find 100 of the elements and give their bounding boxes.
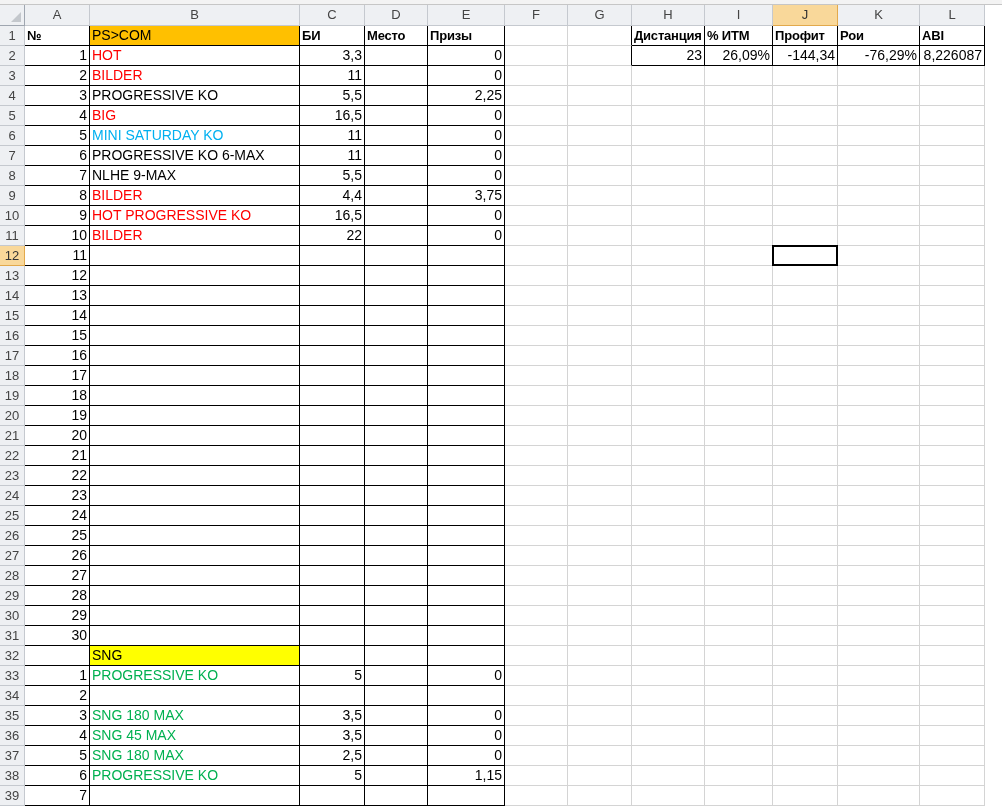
table-cell [568,526,632,546]
row-header[interactable]: 36 [0,726,25,746]
row-header[interactable]: 13 [0,266,25,286]
row-header[interactable]: 12 [0,246,25,266]
column-header[interactable]: B [90,5,300,26]
table-cell: SNG 45 MAX [90,726,300,746]
row-header[interactable]: 38 [0,766,25,786]
table-cell: 21 [25,446,90,466]
table-cell: PROGRESSIVE KO [90,666,300,686]
column-header[interactable]: F [505,5,568,26]
table-cell [773,286,838,306]
table-cell [773,766,838,786]
table-cell [505,26,568,46]
table-cell [300,326,365,346]
table-cell [568,586,632,606]
row-header[interactable]: 31 [0,626,25,646]
row-header[interactable]: 10 [0,206,25,226]
row-header[interactable]: 25 [0,506,25,526]
row-header[interactable]: 34 [0,686,25,706]
row-header[interactable]: 23 [0,466,25,486]
table-cell [920,166,985,186]
row-header[interactable]: 33 [0,666,25,686]
table-cell [365,626,428,646]
table-cell [505,106,568,126]
row-header[interactable]: 15 [0,306,25,326]
table-cell [365,206,428,226]
table-cell [365,666,428,686]
triangle-icon [11,12,21,22]
table-cell [568,86,632,106]
row-header[interactable]: 35 [0,706,25,726]
row-header[interactable]: 24 [0,486,25,506]
table-cell [773,406,838,426]
table-cell [505,526,568,546]
table-cell: 6 [25,146,90,166]
table-cell [365,686,428,706]
row-header[interactable]: 20 [0,406,25,426]
row-header[interactable]: 30 [0,606,25,626]
row-header[interactable]: 37 [0,746,25,766]
table-cell [773,646,838,666]
row-header[interactable]: 22 [0,446,25,466]
table-cell: 5 [300,766,365,786]
row-header[interactable]: 27 [0,546,25,566]
row-header[interactable]: 7 [0,146,25,166]
table-cell [568,46,632,66]
column-header[interactable]: L [920,5,985,26]
table-cell [505,766,568,786]
table-cell [705,426,773,446]
row-header[interactable]: 3 [0,66,25,86]
table-cell [505,626,568,646]
column-header[interactable]: G [568,5,632,26]
table-cell: 13 [25,286,90,306]
table-cell [568,186,632,206]
column-header[interactable]: E [428,5,505,26]
row-header[interactable]: 16 [0,326,25,346]
column-header[interactable]: D [365,5,428,26]
table-cell [568,26,632,46]
table-cell [505,146,568,166]
row-header[interactable]: 29 [0,586,25,606]
column-header[interactable]: C [300,5,365,26]
row-header[interactable]: 6 [0,126,25,146]
table-cell [920,106,985,126]
table-cell: 3,75 [428,186,505,206]
row-header[interactable]: 9 [0,186,25,206]
table-cell [568,666,632,686]
row-header[interactable]: 21 [0,426,25,446]
row-header[interactable]: 17 [0,346,25,366]
row-header[interactable]: 2 [0,46,25,66]
column-header[interactable]: K [838,5,920,26]
table-cell [365,706,428,726]
table-cell [920,286,985,306]
table-cell [568,566,632,586]
column-header[interactable]: J [773,5,838,26]
table-cell: -144,34 [773,46,838,66]
table-cell [505,746,568,766]
row-header[interactable]: 19 [0,386,25,406]
row-header[interactable]: 26 [0,526,25,546]
table-cell: -76,29% [838,46,920,66]
selected-cell[interactable] [772,245,838,266]
row-header[interactable]: 18 [0,366,25,386]
row-header[interactable]: 32 [0,646,25,666]
table-cell [920,646,985,666]
table-cell [773,386,838,406]
table-cell [505,166,568,186]
row-header[interactable]: 11 [0,226,25,246]
row-header[interactable]: 8 [0,166,25,186]
row-header[interactable]: 39 [0,786,25,806]
row-header[interactable]: 14 [0,286,25,306]
table-cell: PROGRESSIVE KO 6-MAX [90,146,300,166]
table-cell [920,666,985,686]
column-header[interactable]: A [25,5,90,26]
row-header[interactable]: 5 [0,106,25,126]
table-cell [920,406,985,426]
row-header[interactable]: 1 [0,26,25,46]
row-header[interactable]: 4 [0,86,25,106]
table-cell [365,446,428,466]
column-header[interactable]: I [705,5,773,26]
row-header[interactable]: 28 [0,566,25,586]
table-cell [773,466,838,486]
column-header[interactable]: H [632,5,705,26]
table-cell: PROGRESSIVE KO [90,766,300,786]
